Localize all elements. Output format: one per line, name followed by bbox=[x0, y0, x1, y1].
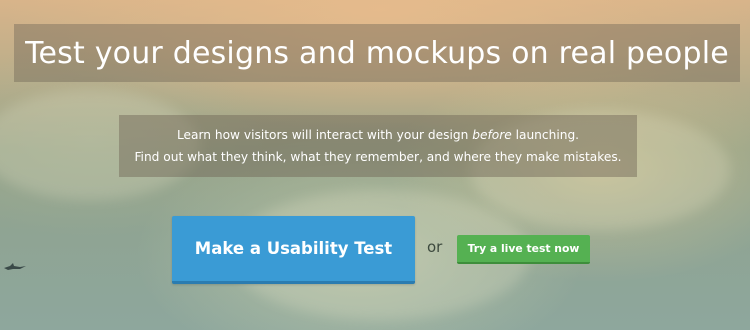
or-separator: or bbox=[427, 238, 443, 256]
make-usability-test-button[interactable]: Make a Usability Test bbox=[172, 216, 415, 284]
try-live-test-button[interactable]: Try a live test now bbox=[457, 235, 590, 264]
description-banner: Learn how visitors will interact with yo… bbox=[119, 115, 637, 177]
description-text: Learn how visitors will interact with yo… bbox=[176, 128, 473, 142]
make-usability-test-label: Make a Usability Test bbox=[194, 239, 393, 258]
page-title: Test your designs and mockups on real pe… bbox=[25, 35, 729, 71]
hero-section: Test your designs and mockups on real pe… bbox=[0, 0, 750, 330]
description-emphasis: before bbox=[472, 128, 512, 142]
description-line-1: Learn how visitors will interact with yo… bbox=[177, 127, 579, 143]
bird-silhouette-icon bbox=[4, 263, 26, 270]
heading-banner: Test your designs and mockups on real pe… bbox=[14, 24, 740, 82]
description-line-2: Find out what they think, what they reme… bbox=[134, 150, 622, 164]
description-text: launching. bbox=[511, 128, 580, 142]
try-live-test-label: Try a live test now bbox=[467, 242, 580, 255]
